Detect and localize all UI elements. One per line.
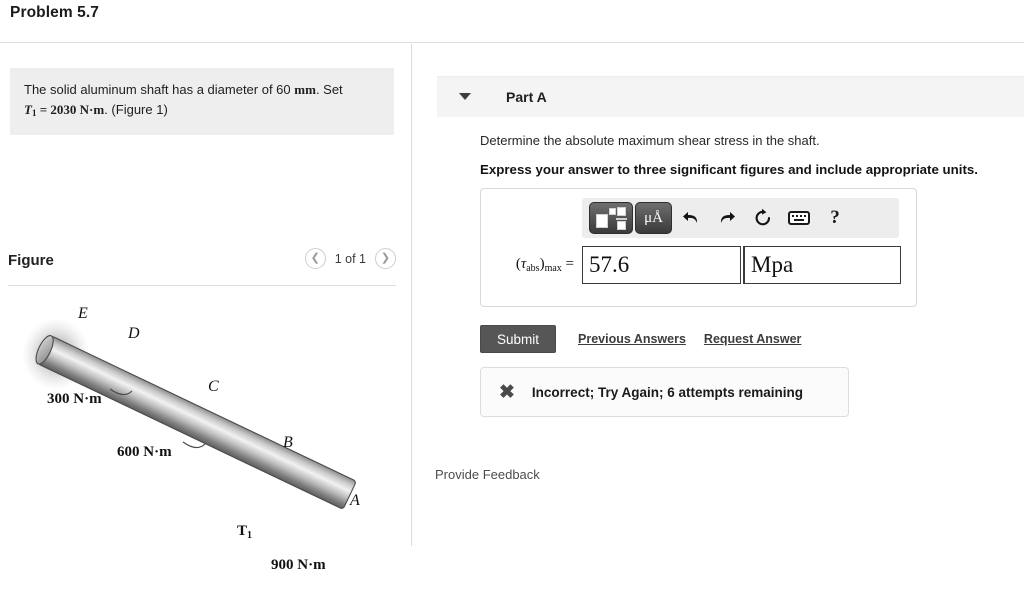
- statement-equals: =: [36, 102, 51, 117]
- figure-divider: [8, 285, 396, 286]
- answer-variable-label: (τabs)max =: [490, 256, 582, 274]
- reset-glyph: [755, 208, 771, 226]
- statement-line1-pre: The solid aluminum shaft has a diameter …: [24, 82, 295, 97]
- figure-point-label-C: C: [208, 378, 219, 395]
- feedback-banner: ✖ Incorrect; Try Again; 6 attempts remai…: [480, 367, 849, 417]
- reset-icon[interactable]: [746, 202, 780, 234]
- figure-point-label-A: A: [349, 492, 360, 509]
- part-a-header[interactable]: Part A: [437, 76, 1024, 117]
- problem-statement-text: The solid aluminum shaft has a diameter …: [24, 80, 380, 123]
- help-icon[interactable]: ?: [818, 202, 852, 234]
- figure-point-label-B: B: [283, 434, 293, 451]
- undo-icon[interactable]: [674, 202, 708, 234]
- redo-icon[interactable]: [710, 202, 744, 234]
- keyboard-icon[interactable]: [782, 202, 816, 234]
- left-panel: The solid aluminum shaft has a diameter …: [0, 44, 411, 573]
- problem-statement-box: The solid aluminum shaft has a diameter …: [10, 68, 394, 135]
- previous-answers-link[interactable]: Previous Answers: [578, 332, 686, 346]
- shaft-body: [35, 335, 356, 509]
- right-panel: Part A Determine the absolute maximum sh…: [412, 44, 1024, 546]
- math-template-icon[interactable]: [589, 202, 633, 234]
- page-title: Problem 5.7: [10, 4, 99, 21]
- answer-label-tau-subscript: abs: [526, 263, 540, 274]
- answer-value-input[interactable]: [582, 246, 741, 284]
- statement-line1-post: . Set: [315, 82, 343, 97]
- question-text: Determine the absolute maximum shear str…: [480, 133, 820, 148]
- figure-header: Figure ❮ 1 of 1 ❯: [8, 248, 396, 282]
- figure-navigation: ❮ 1 of 1 ❯: [304, 248, 396, 269]
- figure-label: Figure: [8, 252, 54, 269]
- submit-button[interactable]: Submit: [480, 325, 556, 353]
- figure-diagram[interactable]: E D C B A 300 N·m 600 N·m T1 900 N·m: [0, 292, 411, 590]
- title-bar: Problem 5.7: [0, 0, 1024, 43]
- shaft-diagram-svg: E D C B A 300 N·m 600 N·m T1 900 N·m: [22, 305, 360, 573]
- figure-point-label-E: E: [77, 305, 88, 322]
- provide-feedback-link[interactable]: Provide Feedback: [435, 467, 540, 482]
- instruction-text: Express your answer to three significant…: [480, 162, 979, 177]
- statement-units-newton-meter: N·m: [79, 102, 105, 117]
- statement-variable-T: T: [24, 102, 32, 117]
- mastering-physics-problem-page: Problem 5.7 The solid aluminum shaft has…: [0, 0, 1024, 573]
- undo-glyph: [683, 212, 698, 223]
- redo-glyph: [720, 212, 735, 223]
- figure-torque-label-600: 600 N·m: [117, 444, 172, 460]
- answer-actions: Submit Previous Answers Request Answer: [480, 325, 801, 353]
- answer-input-row: (τabs)max =: [490, 246, 901, 284]
- answer-label-max-subscript: max: [544, 263, 562, 274]
- unit-symbol-label: μÅ: [644, 209, 663, 226]
- chevron-right-icon[interactable]: ❯: [375, 248, 396, 269]
- figure-torque-label-900: 900 N·m: [271, 557, 326, 573]
- figure-torque-label-T1: T1: [237, 523, 252, 541]
- feedback-message: Incorrect; Try Again; 6 attempts remaini…: [531, 384, 803, 400]
- statement-figure-ref: (Figure 1): [107, 102, 168, 117]
- figure-point-label-D: D: [127, 325, 140, 342]
- figure-torque-label-300: 300 N·m: [47, 391, 102, 407]
- chevron-left-icon[interactable]: ❮: [304, 248, 326, 269]
- keyboard-glyph: [788, 211, 810, 225]
- torque-leader-C: [182, 441, 206, 449]
- part-a-title: Part A: [506, 89, 547, 105]
- answer-entry-box: μÅ ? (τabs)max = 57.6 Mpa: [480, 188, 917, 307]
- request-answer-link[interactable]: Request Answer: [704, 332, 801, 346]
- unit-symbol-icon[interactable]: μÅ: [635, 202, 672, 234]
- figure-counter: 1 of 1: [334, 251, 366, 266]
- answer-units-input[interactable]: [743, 246, 901, 284]
- statement-units-mm: mm: [294, 82, 316, 97]
- statement-value: 2030: [50, 102, 77, 117]
- math-toolbar: μÅ ?: [582, 198, 899, 238]
- math-template-glyph: [596, 207, 627, 230]
- answer-label-equals: =: [565, 256, 574, 272]
- caret-down-icon[interactable]: [459, 93, 471, 100]
- x-mark-icon: ✖: [499, 381, 515, 403]
